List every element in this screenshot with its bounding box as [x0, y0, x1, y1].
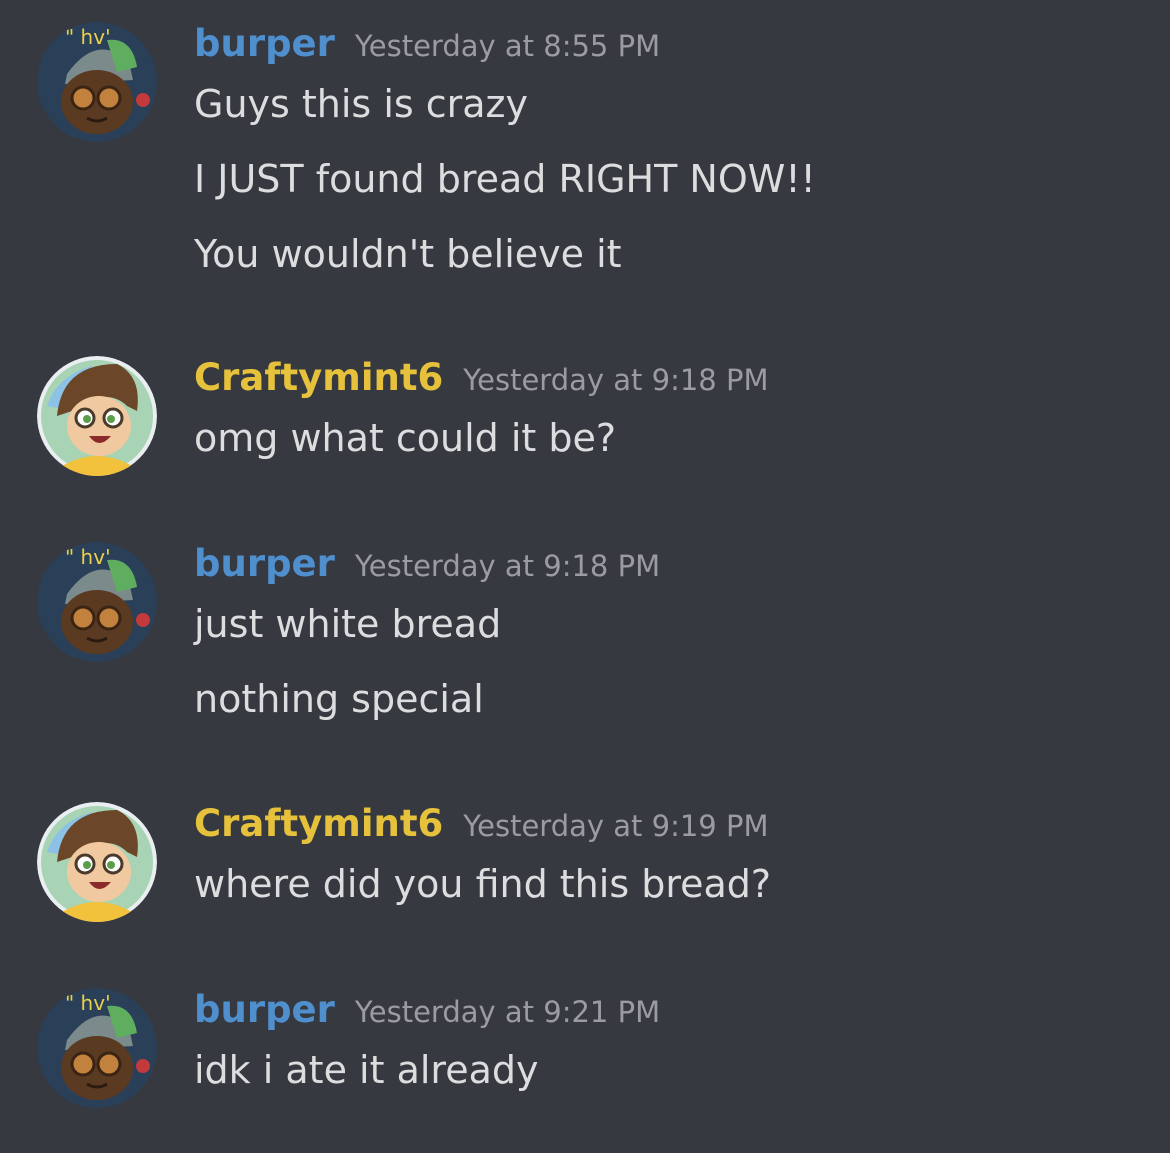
message-header: burper Yesterday at 9:21 PM	[194, 988, 660, 1038]
username[interactable]: Craftymint6	[194, 356, 443, 399]
username[interactable]: burper	[194, 542, 335, 585]
burper-avatar[interactable]: " hv'	[37, 988, 157, 1108]
svg-text:" hv': " hv'	[65, 545, 111, 569]
message-lines: idk i ate it already	[194, 1040, 539, 1115]
message-header: Craftymint6 Yesterday at 9:19 PM	[194, 802, 769, 852]
timestamp: Yesterday at 9:18 PM	[354, 549, 661, 583]
svg-text:" hv': " hv'	[65, 25, 111, 49]
message-text: idk i ate it already	[194, 1048, 539, 1092]
craftymint-avatar[interactable]	[37, 802, 157, 922]
message-header: burper Yesterday at 9:18 PM	[194, 542, 660, 592]
message-text: just white bread	[194, 602, 502, 646]
username[interactable]: Craftymint6	[194, 802, 443, 845]
message-lines: omg what could it be?	[194, 408, 616, 483]
chat-messages: " hv' burper Yesterday at 8:55 PM Guys th…	[0, 0, 1170, 1153]
burper-avatar[interactable]: " hv'	[37, 542, 157, 662]
message-header: Craftymint6 Yesterday at 9:18 PM	[194, 356, 769, 406]
username[interactable]: burper	[194, 988, 335, 1031]
username[interactable]: burper	[194, 22, 335, 65]
message-text: nothing special	[194, 677, 484, 721]
burper-avatar[interactable]: " hv'	[37, 22, 157, 142]
message-text: You wouldn't believe it	[194, 232, 622, 276]
message-text: Guys this is crazy	[194, 82, 528, 126]
message-text: where did you find this bread?	[194, 862, 772, 906]
message-lines: where did you find this bread?	[194, 854, 771, 929]
message-header: burper Yesterday at 8:55 PM	[194, 22, 660, 72]
timestamp: Yesterday at 8:55 PM	[354, 29, 661, 63]
craftymint-avatar[interactable]	[37, 356, 157, 476]
timestamp: Yesterday at 9:18 PM	[463, 363, 769, 397]
message-text: I JUST found bread RIGHT NOW!!	[194, 157, 816, 201]
message-lines: just white bread nothing special	[194, 594, 501, 744]
timestamp: Yesterday at 9:19 PM	[463, 809, 769, 843]
message-lines: Guys this is crazy I JUST found bread RI…	[194, 74, 816, 299]
timestamp: Yesterday at 9:21 PM	[354, 995, 661, 1029]
message-text: omg what could it be?	[194, 416, 617, 460]
svg-text:" hv': " hv'	[65, 991, 111, 1015]
